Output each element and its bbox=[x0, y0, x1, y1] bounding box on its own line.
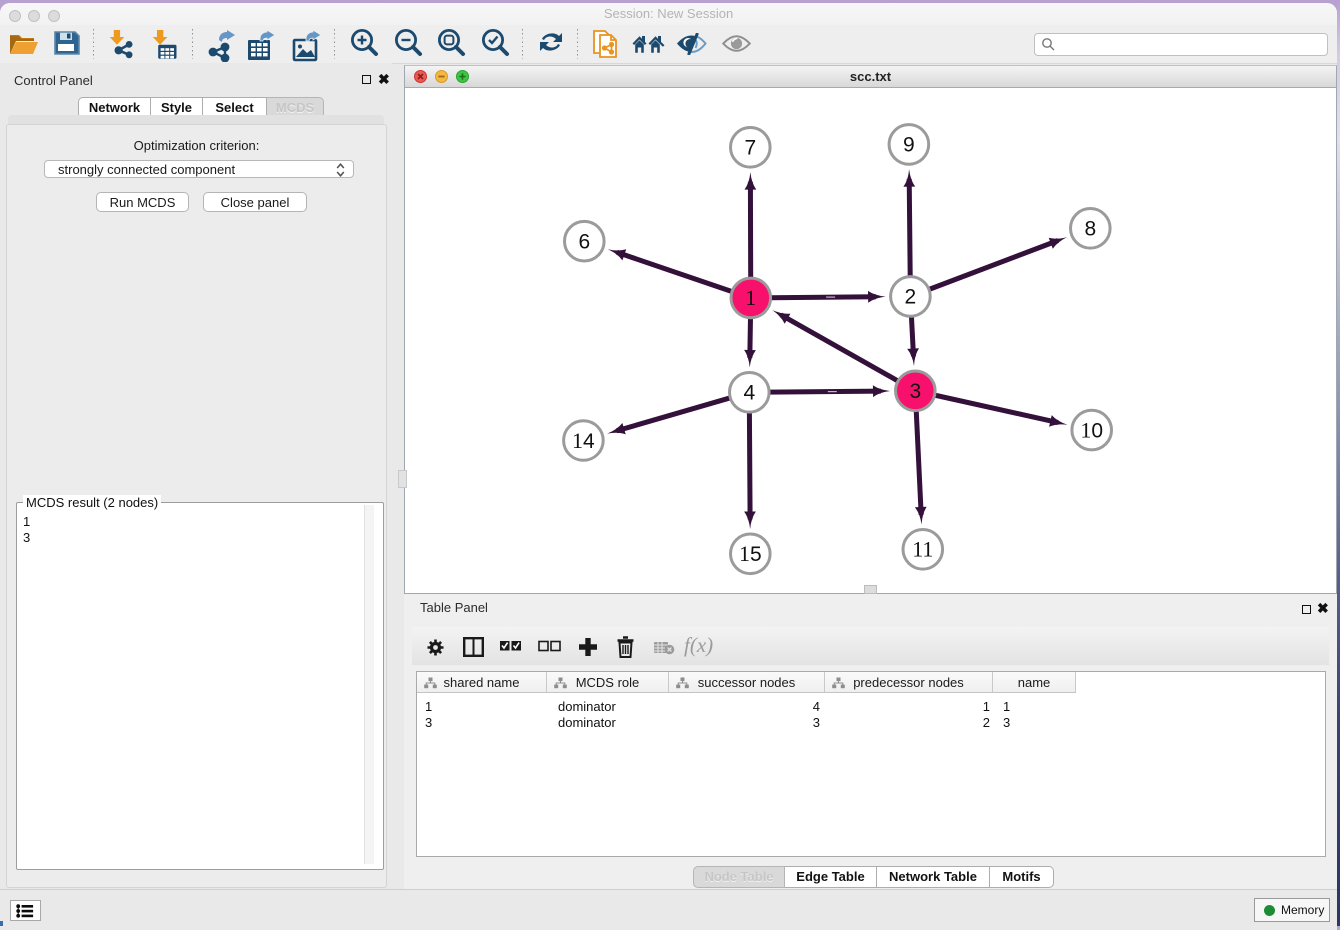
svg-text:11: 11 bbox=[912, 537, 933, 562]
svg-text:15: 15 bbox=[739, 541, 762, 566]
svg-text:3: 3 bbox=[909, 380, 921, 403]
svg-text:4: 4 bbox=[743, 382, 755, 405]
svg-text:1: 1 bbox=[745, 285, 756, 310]
svg-text:10: 10 bbox=[1080, 417, 1103, 442]
svg-text:7: 7 bbox=[744, 137, 756, 160]
svg-text:8: 8 bbox=[1084, 218, 1096, 241]
svg-text:9: 9 bbox=[903, 134, 915, 157]
svg-text:14: 14 bbox=[572, 428, 595, 453]
svg-text:2: 2 bbox=[905, 286, 917, 309]
svg-text:6: 6 bbox=[578, 231, 590, 254]
